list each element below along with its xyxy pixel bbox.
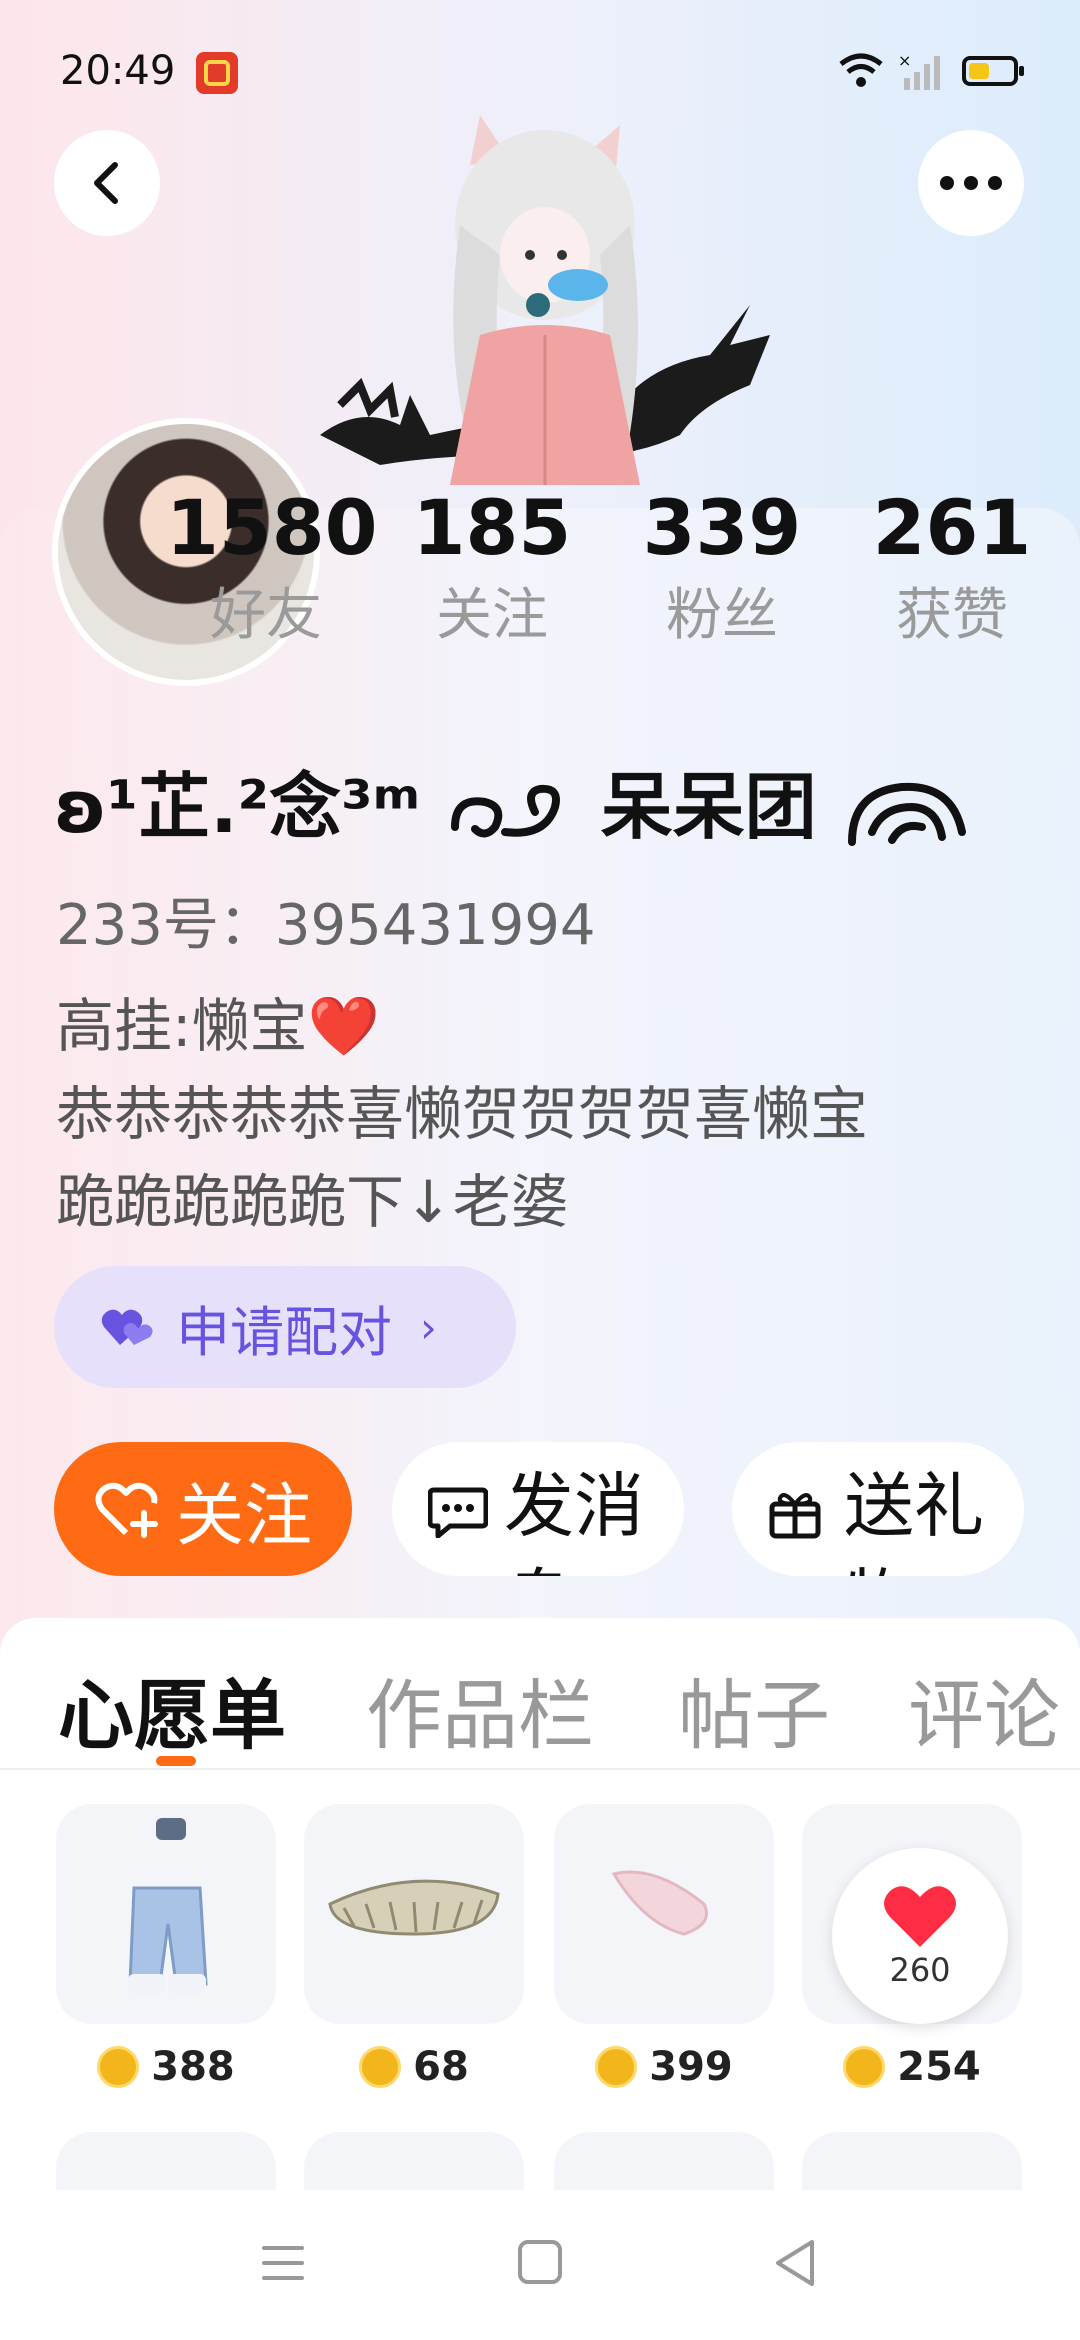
app-notification-icon [196, 52, 238, 94]
coin-icon [97, 2046, 140, 2088]
wishlist-item[interactable] [304, 2132, 524, 2192]
stat-followers[interactable]: 339 粉丝 [622, 490, 822, 644]
jeans-icon [128, 1818, 208, 1994]
home-icon[interactable] [516, 2238, 564, 2286]
wing-decoration-icon [847, 783, 966, 847]
price-value: 68 [413, 2044, 469, 2090]
status-time: 20:49 [60, 48, 176, 94]
coin-icon [595, 2046, 638, 2088]
tab-works[interactable]: 作品栏 [366, 1654, 594, 1764]
svg-text:×: × [898, 52, 911, 70]
username: ʚ¹芷.²念³ᵐ 呆呆团 [54, 748, 972, 853]
coin-icon [843, 2046, 886, 2088]
stat-followers-label: 粉丝 [666, 583, 778, 648]
wishlist-item[interactable] [56, 1804, 276, 2024]
price-tag: 254 [802, 2044, 1022, 2090]
send-message-button[interactable]: 发消息 [392, 1442, 684, 1576]
stat-likes-value: 261 [872, 483, 1032, 572]
price-tag: 68 [304, 2044, 524, 2090]
price-tag: 388 [56, 2044, 276, 2090]
wishlist-item[interactable] [304, 1804, 524, 2024]
more-icon [940, 176, 1002, 190]
username-main: ʚ¹芷.²念³ᵐ [54, 765, 421, 849]
menu-icon[interactable] [260, 2238, 306, 2288]
stat-followers-value: 339 [642, 483, 802, 572]
heart-icon [884, 1886, 956, 1947]
request-pair-button[interactable]: 申请配对 › [54, 1266, 516, 1388]
back-button[interactable] [54, 130, 160, 236]
signal-icon: × [898, 52, 940, 90]
wishlist-item[interactable] [554, 2132, 774, 2192]
stat-following[interactable]: 185 关注 [392, 490, 592, 644]
wishlist-item[interactable] [56, 2132, 276, 2192]
stat-friends[interactable]: 1580 好友 [166, 483, 378, 648]
stat-following-label: 关注 [436, 583, 548, 648]
grill-teeth-icon [328, 1879, 500, 1936]
gift-icon [769, 1493, 821, 1539]
price-tag: 399 [554, 2044, 774, 2090]
heart-plus-icon [95, 1482, 158, 1538]
battery-icon [962, 56, 1024, 86]
price-value: 388 [151, 2044, 235, 2090]
tab-divider [0, 1768, 1080, 1770]
bio-text: 高挂:懒宝❤️ 恭恭恭恭恭喜懒贺贺贺贺喜懒宝 跪跪跪跪跪下↓老婆 [56, 992, 869, 1236]
chevron-left-icon [94, 162, 118, 204]
feather-icon [611, 1870, 708, 1936]
stat-likes-label: 获赞 [896, 583, 1008, 648]
tab-posts[interactable]: 帖子 [678, 1654, 830, 1764]
message-icon [428, 1487, 488, 1538]
follow-label: 关注 [175, 1476, 312, 1556]
chevron-right-icon: › [420, 1302, 437, 1352]
stat-friends-value: 1580 [166, 483, 378, 572]
request-pair-label: 申请配对 [176, 1300, 392, 1364]
tab-wishlist[interactable]: 心愿单 [58, 1654, 286, 1764]
avatar-character-illustration [320, 115, 770, 485]
stat-likes[interactable]: 261 获赞 [852, 490, 1052, 644]
send-gift-button[interactable]: 送礼物 [732, 1442, 1024, 1576]
username-suffix: 呆呆团 [600, 765, 817, 849]
price-value: 254 [897, 2044, 981, 2090]
wishlist-item[interactable] [554, 1804, 774, 2024]
send-gift-label: 送礼物 [844, 1465, 984, 1576]
price-value: 399 [649, 2044, 733, 2090]
swirl-decoration-icon [451, 785, 561, 838]
stat-friends-label: 好友 [210, 583, 322, 648]
more-button[interactable] [918, 130, 1024, 236]
back-nav-icon[interactable] [772, 2238, 818, 2288]
user-id: 233号：395431994 [56, 893, 596, 958]
wifi-icon [839, 53, 883, 87]
tab-indicator [156, 1756, 196, 1766]
like-count: 260 [889, 1951, 951, 1989]
send-message-label: 发消息 [504, 1465, 644, 1576]
tab-comments[interactable]: 评论 [908, 1654, 1060, 1764]
coin-icon [359, 2046, 402, 2088]
wishlist-item[interactable] [802, 2132, 1022, 2192]
heart-pair-icon [101, 1309, 153, 1345]
like-bubble[interactable]: 260 [832, 1848, 1008, 2024]
follow-button[interactable]: 关注 [54, 1442, 352, 1576]
stat-following-value: 185 [412, 483, 572, 572]
